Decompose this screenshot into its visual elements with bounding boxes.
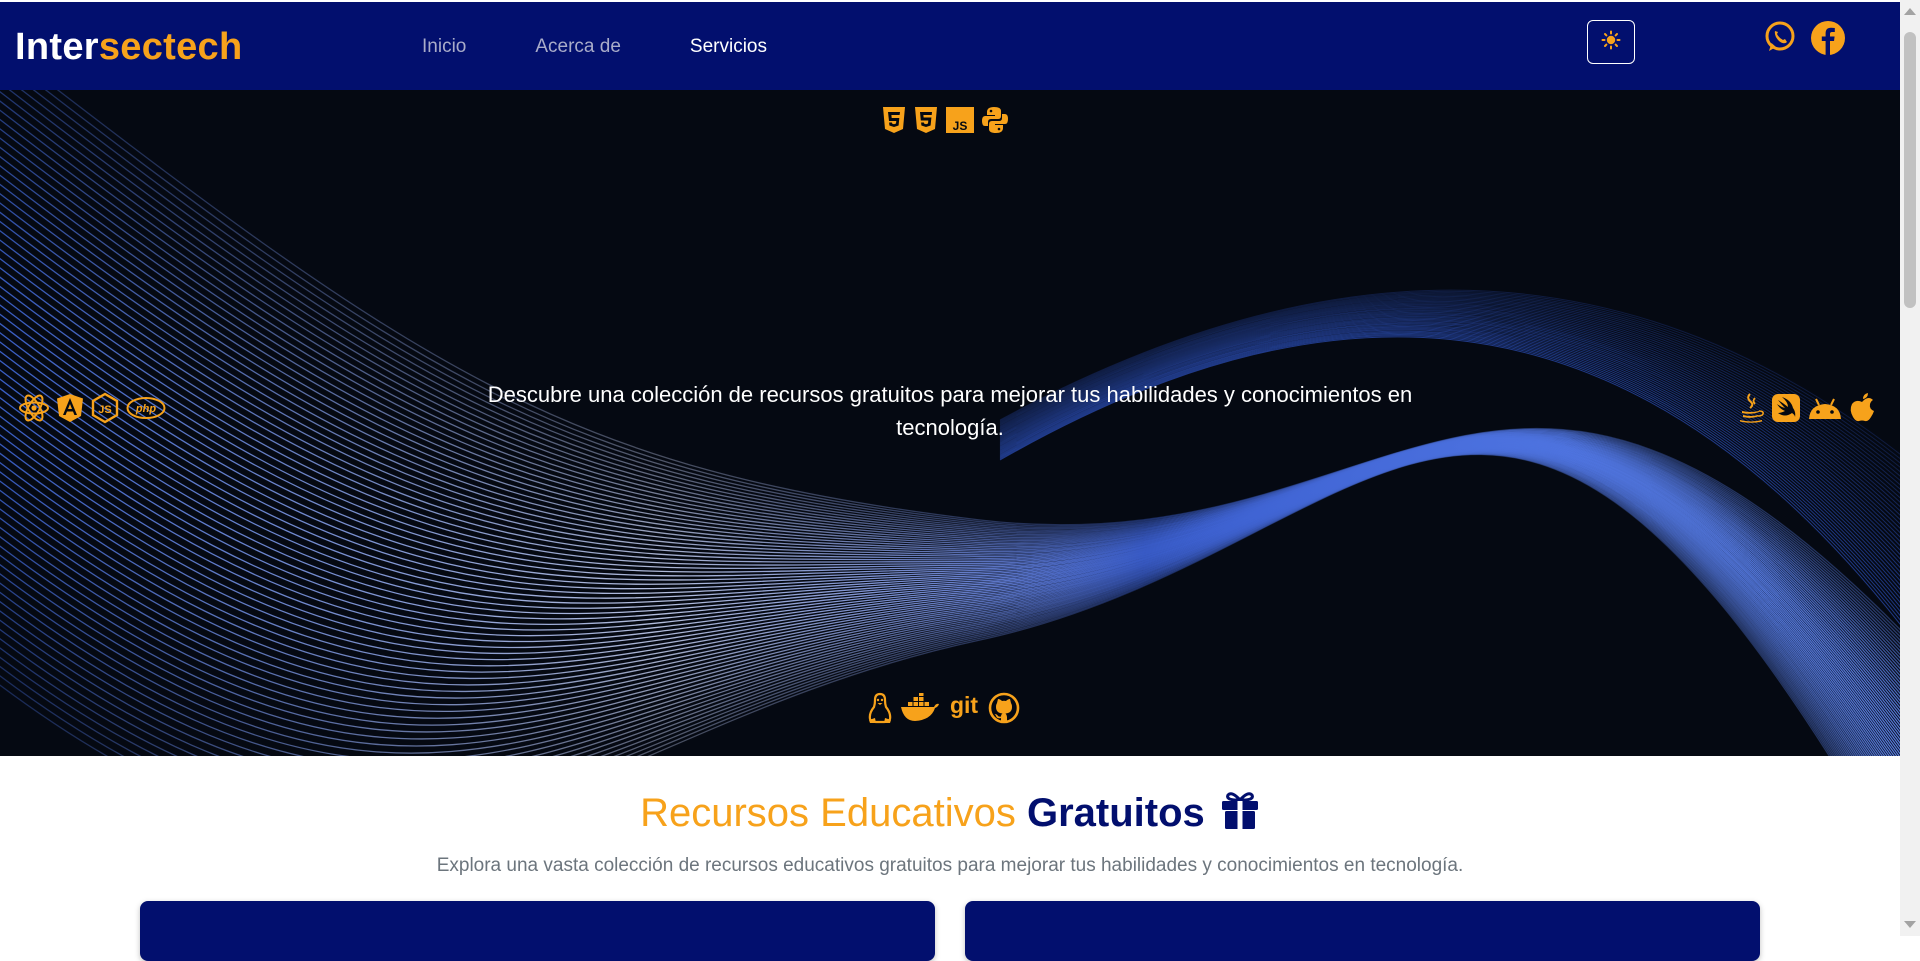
hero-icons-bottom: git [866, 692, 1026, 724]
scroll-up-arrow-icon[interactable] [1904, 8, 1916, 15]
navbar: Intersectech Inicio Acerca de Servicios [0, 2, 1900, 90]
nav-link-servicios[interactable]: Servicios [690, 36, 767, 58]
swift-icon [1771, 393, 1801, 423]
angular-icon [56, 393, 84, 423]
css3-icon [913, 106, 939, 134]
sun-icon [1601, 30, 1621, 55]
nav-link-acerca-de[interactable]: Acerca de [535, 36, 621, 58]
nav-link-inicio[interactable]: Inicio [422, 36, 466, 58]
linux-icon [866, 692, 894, 724]
nodejs-icon: JS [90, 392, 120, 424]
docker-icon [900, 693, 940, 723]
hero-section: JS JS php Descubre una colección de recu… [0, 90, 1900, 756]
js-label: JS [953, 119, 968, 133]
brand-part1: Inter [15, 26, 99, 68]
php-icon: php [126, 396, 166, 420]
scroll-down-arrow-icon[interactable] [1904, 921, 1916, 928]
whatsapp-icon[interactable] [1763, 20, 1797, 59]
gift-icon [1220, 790, 1260, 840]
scrollbar-thumb[interactable] [1904, 32, 1916, 308]
php-label: php [135, 403, 156, 415]
resource-card-1[interactable] [140, 901, 935, 961]
hero-description: Descubre una colección de recursos gratu… [487, 382, 1413, 440]
facebook-icon[interactable] [1810, 20, 1846, 61]
svg-text:JS: JS [98, 404, 111, 416]
hero-icons-right [1737, 392, 1881, 424]
github-icon [988, 692, 1020, 724]
section-title-part1: Recursos Educativos [640, 791, 1016, 835]
apple-icon [1849, 393, 1875, 423]
section-title-part2: Gratuitos [1026, 791, 1205, 835]
python-icon [981, 106, 1009, 134]
hero-icons-left: JS php [18, 392, 172, 424]
brand-logo[interactable]: Intersectech [15, 26, 243, 69]
resource-card-2[interactable] [965, 901, 1760, 961]
theme-toggle-button[interactable] [1587, 20, 1635, 64]
section-title: Recursos Educativos Gratuitos [0, 790, 1900, 840]
java-icon [1737, 392, 1765, 424]
js-icon: JS [945, 106, 975, 134]
android-icon [1807, 395, 1843, 421]
hero-icons-top: JS [881, 106, 1015, 134]
brand-part2: sectech [98, 26, 243, 68]
section-subtitle: Explora una vasta colección de recursos … [436, 855, 1464, 876]
git-label: git [950, 693, 978, 718]
react-icon [18, 393, 50, 423]
git-icon: git [946, 693, 982, 723]
nav-links: Inicio Acerca de Servicios [422, 36, 836, 58]
html5-icon [881, 106, 907, 134]
